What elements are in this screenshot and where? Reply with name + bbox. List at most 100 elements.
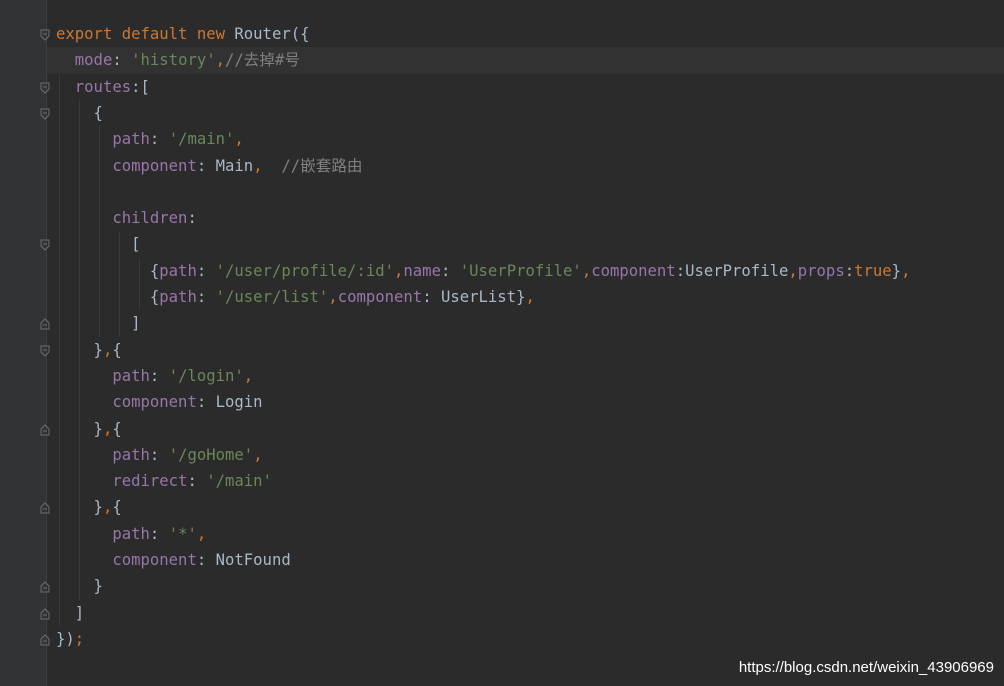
code-line[interactable]: export default new Router({: [56, 21, 1004, 47]
code-editor[interactable]: export default new Router({ mode: 'histo…: [0, 0, 1004, 686]
code-line[interactable]: path: '*',: [56, 521, 1004, 547]
line-number[interactable]: [0, 494, 8, 520]
code-token: path: [112, 130, 150, 149]
code-token: : NotFound: [196, 551, 291, 569]
code-token: '/main': [168, 130, 235, 149]
code-token: children: [112, 209, 188, 228]
code-token: ;: [74, 629, 85, 648]
code-token: ,: [234, 130, 244, 149]
line-number[interactable]: [0, 153, 8, 179]
line-number[interactable]: [0, 205, 8, 231]
code-token: ,: [102, 498, 113, 517]
code-token: :: [149, 366, 169, 385]
line-number[interactable]: [0, 47, 8, 73]
fold-end-icon[interactable]: [40, 581, 50, 593]
fold-end-icon[interactable]: [40, 634, 50, 646]
code-token: '/login': [168, 366, 244, 385]
fold-expanded-icon[interactable]: [40, 345, 50, 357]
line-number[interactable]: [0, 310, 8, 336]
code-line[interactable]: redirect: '/main': [56, 468, 1004, 494]
code-line[interactable]: {path: '/user/profile/:id',name: 'UserPr…: [56, 258, 1004, 284]
line-number[interactable]: [0, 258, 8, 284]
code-token: }: [56, 419, 103, 438]
fold-end-icon[interactable]: [40, 318, 50, 330]
code-token: //去掉#号: [225, 51, 300, 70]
line-number[interactable]: [0, 547, 8, 573]
code-line[interactable]: ]: [56, 310, 1004, 336]
code-line[interactable]: component: NotFound: [56, 547, 1004, 573]
code-token: routes: [74, 77, 132, 96]
code-line[interactable]: },{: [56, 416, 1004, 442]
code-token: path: [159, 261, 197, 280]
line-number[interactable]: [0, 179, 8, 205]
line-number[interactable]: [0, 363, 8, 389]
code-line[interactable]: component: Main, //嵌套路由: [56, 153, 1004, 179]
line-number[interactable]: [0, 74, 8, 100]
line-number[interactable]: [0, 337, 8, 363]
code-line[interactable]: routes:[: [56, 74, 1004, 100]
fold-end-icon[interactable]: [40, 607, 50, 620]
code-line[interactable]: }: [56, 573, 1004, 599]
code-line[interactable]: });: [56, 626, 1004, 652]
code-token: export default new: [56, 25, 235, 43]
code-line[interactable]: ]: [56, 600, 1004, 626]
code-line[interactable]: },{: [56, 494, 1004, 520]
code-line[interactable]: path: '/goHome',: [56, 442, 1004, 468]
line-number[interactable]: [0, 389, 8, 415]
fold-end-icon[interactable]: [40, 423, 50, 436]
line-number[interactable]: [0, 521, 8, 547]
code-token: ]: [56, 314, 141, 333]
code-token: ,: [102, 419, 113, 438]
code-token: :: [440, 261, 460, 280]
line-number[interactable]: [0, 600, 8, 626]
code-line[interactable]: [: [56, 231, 1004, 257]
code-line[interactable]: path: '/main',: [56, 126, 1004, 152]
code-line[interactable]: [56, 179, 1004, 205]
code-token: true: [854, 261, 892, 280]
code-line[interactable]: children:: [56, 205, 1004, 231]
code-token: ,: [328, 288, 338, 306]
code-token: ,: [253, 156, 263, 175]
code-line[interactable]: component: Login: [56, 389, 1004, 415]
line-number[interactable]: [0, 126, 8, 152]
code-token: {: [56, 261, 160, 280]
fold-expanded-icon[interactable]: [40, 82, 50, 94]
line-number[interactable]: [0, 416, 8, 442]
code-token: ,: [215, 51, 226, 70]
code-token: ,: [102, 340, 113, 359]
line-number[interactable]: [0, 100, 8, 126]
fold-expanded-icon[interactable]: [40, 239, 50, 252]
line-number[interactable]: [0, 468, 8, 494]
line-number[interactable]: [0, 21, 8, 47]
code-token: ,: [581, 261, 592, 280]
code-token: : Login: [196, 393, 263, 412]
code-token: :: [112, 51, 132, 70]
code-token: '/user/list': [215, 288, 329, 306]
fold-expanded-icon[interactable]: [40, 29, 50, 41]
code-line[interactable]: {path: '/user/list',component: UserList}…: [56, 284, 1004, 310]
code-line[interactable]: {: [56, 100, 1004, 126]
fold-end-icon[interactable]: [40, 502, 50, 514]
code-token: {: [56, 288, 160, 306]
code-token: '/main': [206, 472, 272, 491]
code-line[interactable]: mode: 'history',//去掉#号: [47, 47, 1004, 74]
line-number[interactable]: [0, 626, 8, 652]
code-line[interactable]: },{: [56, 337, 1004, 363]
fold-expanded-icon[interactable]: [40, 108, 50, 120]
code-line[interactable]: path: '/login',: [56, 363, 1004, 389]
line-number[interactable]: [0, 231, 8, 257]
code-token: : Main: [196, 156, 254, 175]
line-number[interactable]: [0, 442, 8, 468]
code-token: component: [112, 156, 197, 175]
line-number[interactable]: [0, 284, 8, 310]
line-number[interactable]: [0, 573, 8, 599]
